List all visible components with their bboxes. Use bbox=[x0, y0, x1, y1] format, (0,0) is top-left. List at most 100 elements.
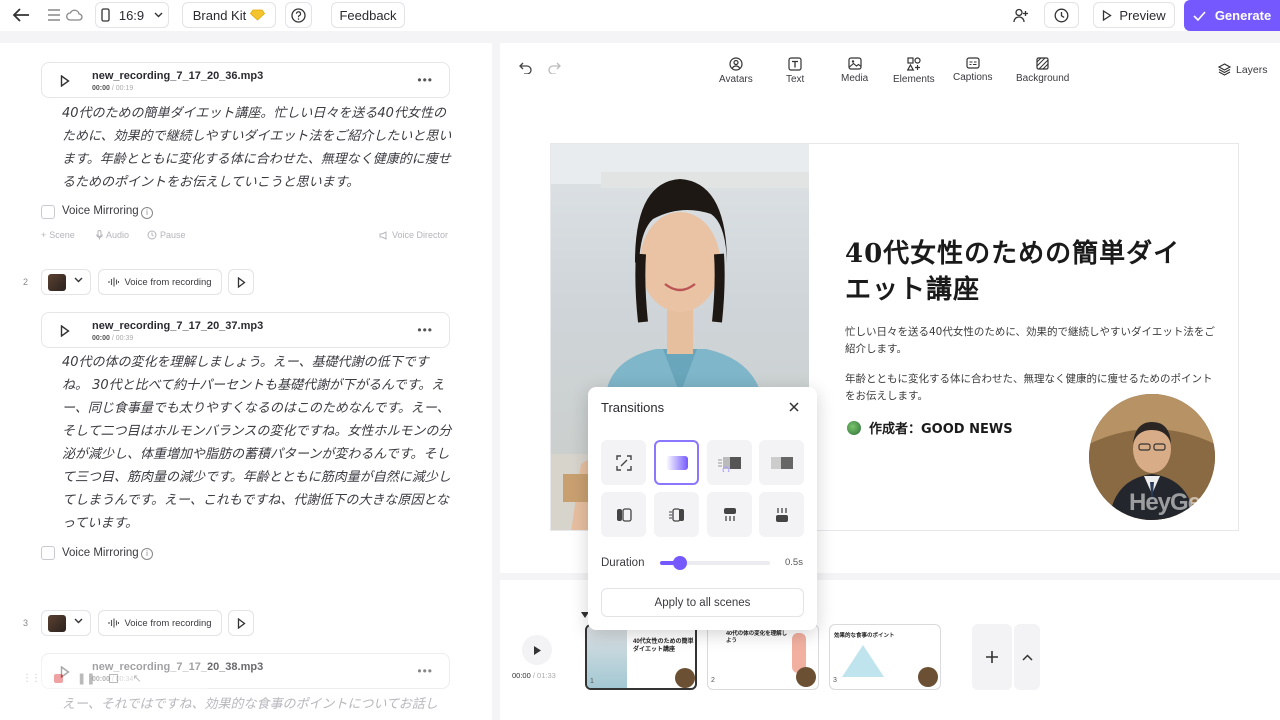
wipe-icon bbox=[770, 456, 794, 470]
redo-icon[interactable] bbox=[548, 62, 561, 74]
background-icon bbox=[1036, 57, 1049, 70]
tool-background-label: Background bbox=[1016, 73, 1070, 84]
slide-author-text: 作成者：GOOD NEWS bbox=[869, 422, 1013, 437]
more-options-icon[interactable]: ••• bbox=[417, 73, 433, 87]
tool-elements[interactable]: Elements bbox=[893, 57, 935, 85]
script-text[interactable]: 40代のための簡単ダイエット講座。忙しい日々を送る40代女性のために、効果的で継… bbox=[62, 102, 452, 194]
play-icon[interactable] bbox=[60, 75, 70, 87]
timeline-time-total: / 01:33 bbox=[532, 671, 556, 680]
info-icon[interactable]: i bbox=[141, 207, 153, 219]
image-icon bbox=[848, 57, 862, 70]
slide-title[interactable]: 40代女性のための簡単ダイエット講座 bbox=[845, 236, 1205, 308]
script-panel: new_recording_7_17_20_36.mp3 00:00 / 00:… bbox=[0, 43, 492, 720]
recorder-toolbar[interactable]: ⋮⋮ ❚❚ ↖ bbox=[12, 661, 208, 695]
transition-option-wipe[interactable] bbox=[759, 440, 804, 485]
tool-background[interactable]: Background bbox=[1016, 57, 1069, 84]
voice-mirroring-checkbox[interactable] bbox=[41, 546, 55, 560]
scene-thumbnail[interactable]: 効果的な食事のポイント 3 bbox=[829, 624, 941, 690]
add-scene-label: Scene bbox=[49, 230, 75, 240]
scene-thumbnail-title: 効果的な食事のポイント bbox=[834, 633, 895, 639]
audio-time-current: 00:00 bbox=[92, 85, 110, 92]
stop-icon[interactable] bbox=[109, 673, 119, 683]
scene-thumbnail-title: 40代女性のための簡単ダイエット講座 bbox=[633, 639, 694, 653]
avatar-select[interactable] bbox=[41, 610, 91, 636]
play-icon[interactable] bbox=[60, 325, 70, 337]
duration-slider-handle[interactable] bbox=[672, 556, 687, 570]
transition-option-push-right[interactable] bbox=[654, 492, 699, 537]
audio-card[interactable]: new_recording_7_17_20_37.mp3 00:00 / 00:… bbox=[41, 312, 450, 348]
scene-thumbnail-number: 3 bbox=[833, 677, 837, 684]
cursor-icon[interactable]: ↖ bbox=[132, 672, 141, 685]
brand-kit-button[interactable]: Brand Kit bbox=[182, 2, 276, 28]
menu-icon[interactable] bbox=[47, 9, 61, 21]
history-button[interactable] bbox=[1044, 2, 1079, 28]
transition-option-none[interactable] bbox=[601, 440, 646, 485]
voice-mirroring-checkbox[interactable] bbox=[41, 205, 55, 219]
add-audio-button[interactable]: Audio bbox=[96, 230, 129, 240]
info-icon[interactable]: i bbox=[141, 548, 153, 560]
play-icon bbox=[1102, 9, 1113, 21]
duration-slider[interactable] bbox=[660, 556, 770, 570]
undo-icon[interactable] bbox=[519, 62, 532, 74]
expand-timeline-button[interactable] bbox=[1014, 624, 1040, 690]
preview-button[interactable]: Preview bbox=[1093, 2, 1175, 28]
record-icon[interactable] bbox=[54, 673, 63, 683]
voice-director-button[interactable]: Voice Director bbox=[379, 230, 448, 240]
close-icon[interactable] bbox=[789, 402, 799, 412]
slide-paragraph[interactable]: 忙しい日々を送る40代女性のために、効果的で継続しやすいダイエット法をご紹介しま… bbox=[845, 324, 1215, 358]
audio-card[interactable]: new_recording_7_17_20_36.mp3 00:00 / 00:… bbox=[41, 62, 450, 98]
scene-thumbnail[interactable]: 40代女性のための簡単ダイエット講座 1 bbox=[585, 624, 697, 690]
voice-play-button[interactable] bbox=[228, 269, 254, 295]
transition-option-rise[interactable] bbox=[759, 492, 804, 537]
more-options-icon[interactable]: ••• bbox=[417, 323, 433, 337]
timeline-play-button[interactable] bbox=[522, 635, 552, 665]
scene-thumbnail-number: 2 bbox=[711, 677, 715, 684]
fade-icon bbox=[665, 455, 689, 471]
voice-play-button[interactable] bbox=[228, 610, 254, 636]
more-options-icon[interactable]: ••• bbox=[417, 664, 433, 678]
voice-source-button[interactable]: Voice from recording bbox=[98, 269, 222, 295]
apply-to-all-scenes-button[interactable]: Apply to all scenes bbox=[601, 588, 804, 617]
waveform-icon bbox=[108, 618, 120, 628]
add-scene-button[interactable] bbox=[972, 624, 1012, 690]
script-text[interactable]: 40代の体の変化を理解しましょう。えー、基礎代謝の低下ですね。 30代と比べて約… bbox=[62, 351, 452, 535]
back-arrow-icon[interactable] bbox=[12, 7, 30, 23]
avatar bbox=[675, 668, 695, 688]
slide-transition-icon bbox=[717, 454, 743, 472]
check-icon bbox=[1193, 10, 1206, 21]
add-pause-label: Pause bbox=[160, 230, 186, 240]
feedback-button[interactable]: Feedback bbox=[331, 2, 405, 28]
script-text[interactable]: えー、それではですね、効果的な食事のポイントについてお話し bbox=[62, 693, 452, 716]
audio-time: 00:00 / 00:19 bbox=[92, 85, 133, 92]
transition-option-drop[interactable] bbox=[707, 492, 752, 537]
voice-source-button[interactable]: Voice from recording bbox=[98, 610, 222, 636]
aspect-ratio-select[interactable]: 16:9 bbox=[95, 2, 169, 28]
slide-author[interactable]: 作成者：GOOD NEWS bbox=[847, 418, 1013, 437]
transition-option-fade[interactable] bbox=[654, 440, 699, 485]
generate-label: Generate bbox=[1214, 8, 1272, 23]
play-icon bbox=[533, 645, 542, 656]
add-audio-label: Audio bbox=[106, 230, 130, 240]
help-button[interactable] bbox=[285, 2, 312, 28]
help-icon bbox=[291, 7, 306, 23]
pause-icon[interactable]: ❚❚ bbox=[77, 672, 95, 685]
add-pause-button[interactable]: Pause bbox=[147, 230, 186, 240]
avatar-select[interactable] bbox=[41, 269, 91, 295]
tool-text[interactable]: Text bbox=[786, 57, 804, 85]
add-scene-button[interactable]: + Scene bbox=[41, 230, 75, 240]
scene-number: 2 bbox=[23, 277, 29, 287]
feedback-label: Feedback bbox=[339, 7, 397, 23]
transition-option-push-left[interactable] bbox=[601, 492, 646, 537]
tool-captions[interactable]: Captions bbox=[953, 57, 992, 83]
gem-icon bbox=[250, 9, 266, 21]
tool-captions-label: Captions bbox=[953, 72, 993, 83]
share-button[interactable] bbox=[1007, 2, 1035, 28]
generate-button[interactable]: Generate bbox=[1184, 0, 1280, 31]
layers-button[interactable]: Layers bbox=[1218, 63, 1268, 76]
transition-option-slide[interactable] bbox=[707, 440, 752, 485]
drag-handle-icon[interactable]: ⋮⋮ bbox=[22, 673, 41, 684]
tool-avatars[interactable]: Avatars bbox=[719, 57, 753, 85]
push-right-icon bbox=[668, 507, 686, 523]
tool-media[interactable]: Media bbox=[841, 57, 868, 84]
scene-thumbnail[interactable]: 40代の体の変化を理解しよう 2 bbox=[707, 624, 819, 690]
